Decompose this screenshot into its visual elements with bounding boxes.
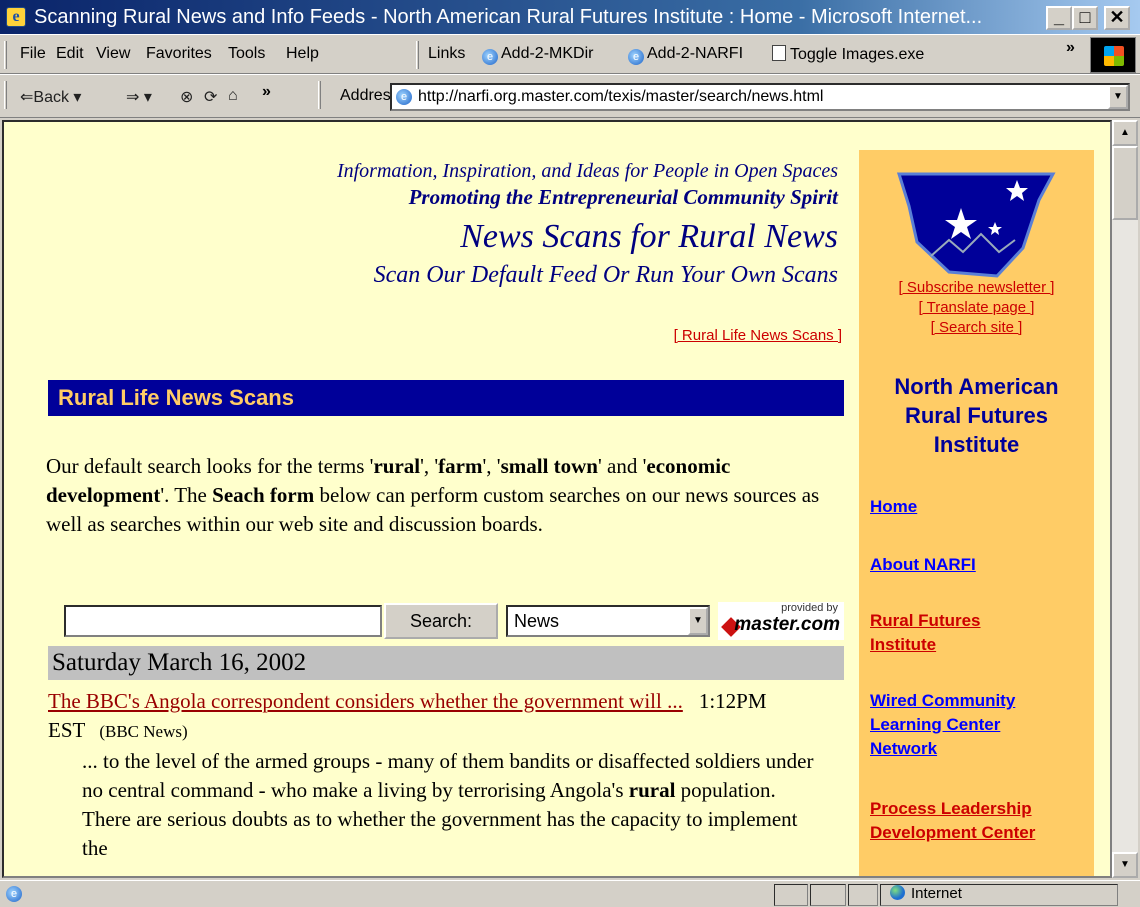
- slogan: Promoting the Entrepreneurial Community …: [408, 185, 838, 209]
- chevron-down-icon[interactable]: ▼: [1108, 85, 1128, 109]
- close-button[interactable]: ✕: [1104, 6, 1130, 30]
- address-field[interactable]: e ▼: [390, 83, 1130, 111]
- narfi-logo: [896, 172, 1056, 278]
- vertical-scrollbar[interactable]: ▲ ▼: [1112, 120, 1138, 878]
- home-button[interactable]: ⌂: [228, 87, 238, 105]
- toolbar-grip[interactable]: [4, 81, 7, 109]
- scroll-down-button[interactable]: ▼: [1112, 852, 1138, 878]
- news-item-link[interactable]: The BBC's Angola correspondent considers…: [48, 689, 683, 713]
- search-scope-select[interactable]: News ▼: [506, 605, 710, 637]
- search-form: Search: News ▼ provided by master.com: [64, 602, 854, 640]
- news-item-header: The BBC's Angola correspondent considers…: [48, 687, 818, 746]
- link-add-2-narfi[interactable]: e Add-2-NARFI: [628, 45, 743, 65]
- status-cell: [810, 884, 846, 906]
- menu-file[interactable]: File: [20, 45, 46, 63]
- menu-view[interactable]: View: [96, 45, 130, 63]
- status-bar: e Internet: [0, 880, 1140, 907]
- maximize-button[interactable]: □: [1072, 6, 1098, 30]
- stop-icon: ⊗: [180, 89, 194, 106]
- menu-favorites[interactable]: Favorites: [146, 45, 212, 63]
- title-bar: e Scanning Rural News and Info Feeds - N…: [0, 0, 1140, 34]
- page-heading: News Scans for Rural News: [460, 218, 838, 255]
- document-icon: [772, 45, 786, 61]
- sidebar-item-rural-futures-institute[interactable]: Rural Futures Institute: [870, 609, 1040, 657]
- sidebar-item-home[interactable]: Home: [870, 495, 917, 519]
- refresh-button[interactable]: ⟳: [204, 87, 217, 107]
- stop-button[interactable]: ⊗: [180, 87, 193, 107]
- back-arrow-icon: ⇐: [20, 89, 34, 106]
- menu-tools[interactable]: Tools: [228, 45, 265, 63]
- toolbar-grip[interactable]: [318, 81, 321, 109]
- tagline: Information, Inspiration, and Ideas for …: [336, 160, 838, 182]
- news-item-snippet: ... to the level of the armed groups - m…: [82, 749, 814, 860]
- scroll-thumb[interactable]: [1112, 146, 1138, 220]
- home-icon: ⌂: [228, 87, 238, 104]
- ie-logo-icon: e: [6, 886, 22, 902]
- menu-bar: File Edit View Favorites Tools Help Link…: [0, 34, 1140, 74]
- chevron-more-icon[interactable]: »: [262, 83, 271, 101]
- globe-icon: [890, 885, 905, 900]
- subscribe-newsletter-link[interactable]: [ Subscribe newsletter ]: [859, 278, 1094, 298]
- ie-logo-icon: e: [628, 49, 644, 65]
- scroll-up-button[interactable]: ▲: [1112, 120, 1138, 146]
- windows-flag-icon: [1104, 46, 1124, 66]
- forward-arrow-icon: ⇒: [126, 89, 140, 106]
- ie-logo-icon: e: [482, 49, 498, 65]
- search-input[interactable]: [64, 605, 382, 637]
- page-subheading: Scan Our Default Feed Or Run Your Own Sc…: [373, 262, 838, 288]
- window-title: Scanning Rural News and Info Feeds - Nor…: [34, 6, 983, 28]
- address-toolbar: ⇐Back ▾ ⇒ ▾ ⊗ ⟳ ⌂ » Address e ▼: [0, 74, 1140, 118]
- toolbar-grip[interactable]: [4, 41, 7, 69]
- refresh-icon: ⟳: [204, 89, 218, 106]
- ie-logo-icon: e: [396, 89, 412, 105]
- link-toggle-images[interactable]: Toggle Images.exe: [772, 45, 924, 64]
- sidebar-item-process-leadership[interactable]: Process Leadership Development Center: [870, 797, 1090, 845]
- page-viewport[interactable]: Information, Inspiration, and Ideas for …: [2, 120, 1112, 878]
- master-com-badge[interactable]: provided by master.com: [718, 602, 844, 640]
- toolbar-grip[interactable]: [416, 41, 419, 69]
- date-header: Saturday March 16, 2002: [48, 646, 844, 680]
- translate-page-link[interactable]: [ Translate page ]: [859, 298, 1094, 318]
- menu-help[interactable]: Help: [286, 45, 319, 63]
- sidebar-utility-links: [ Subscribe newsletter ] [ Translate pag…: [859, 278, 1094, 338]
- minimize-button[interactable]: _: [1046, 6, 1072, 30]
- link-add-2-mkdir[interactable]: e Add-2-MKDir: [482, 45, 593, 65]
- news-item-source: (BBC News): [99, 722, 188, 741]
- forward-button[interactable]: ⇒ ▾: [126, 87, 152, 107]
- search-site-link[interactable]: [ Search site ]: [859, 318, 1094, 338]
- address-input[interactable]: [418, 87, 1098, 107]
- status-cell: [774, 884, 808, 906]
- windows-throbber: [1090, 37, 1136, 73]
- rural-life-news-scans-link[interactable]: [ Rural Life News Scans ]: [674, 327, 842, 344]
- section-title: Rural Life News Scans: [48, 380, 844, 416]
- sidebar-item-about-narfi[interactable]: About NARFI: [870, 553, 976, 577]
- intro-paragraph: Our default search looks for the terms '…: [46, 454, 820, 536]
- search-button[interactable]: Search:: [384, 603, 498, 639]
- org-name: North American Rural Futures Institute: [894, 374, 1059, 457]
- menu-edit[interactable]: Edit: [56, 45, 84, 63]
- ie-logo-icon: e: [6, 7, 26, 27]
- security-zone: Internet: [890, 885, 962, 902]
- chevron-down-icon[interactable]: ▼: [688, 607, 708, 635]
- status-cell: [848, 884, 878, 906]
- sidebar: [ Subscribe newsletter ] [ Translate pag…: [859, 150, 1094, 876]
- sidebar-item-wired-community[interactable]: Wired Community Learning Center Network: [870, 689, 1070, 761]
- chevron-more-icon[interactable]: »: [1066, 39, 1075, 57]
- back-button[interactable]: ⇐Back ▾: [20, 87, 81, 107]
- links-label: Links: [428, 45, 466, 62]
